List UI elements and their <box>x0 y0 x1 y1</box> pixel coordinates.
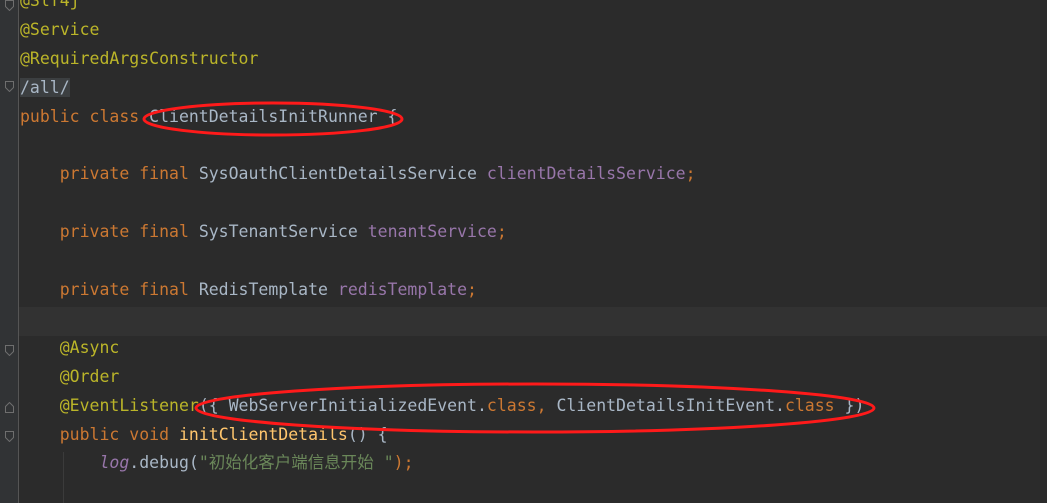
code-line[interactable]: /all/ <box>20 73 70 102</box>
code-line[interactable]: @Service <box>20 15 99 44</box>
code-line[interactable]: @RequiredArgsConstructor <box>20 44 258 73</box>
code-token: ; <box>496 222 507 242</box>
code-line[interactable]: log.debug("初始化客户端信息开始 "); <box>20 448 414 477</box>
code-line[interactable]: public class ClientDetailsInitRunner { <box>20 102 398 131</box>
code-token: @Slf4j <box>20 0 80 10</box>
code-token: private final <box>20 164 199 184</box>
code-line[interactable]: @Order <box>20 362 120 391</box>
code-token: SysTenantService <box>198 222 368 242</box>
code-token: private final <box>20 222 199 242</box>
code-token: RedisTemplate <box>198 280 338 299</box>
code-token: ; <box>685 164 696 184</box>
editor-gutter[interactable] <box>0 0 18 503</box>
gutter-divider <box>18 0 19 503</box>
code-token: ClientDetailsInitRunner { <box>149 106 398 126</box>
code-token: class <box>784 395 835 415</box>
code-token: clientDetailsService <box>486 164 686 184</box>
code-line[interactable]: public void initClientDetails() { <box>20 420 388 449</box>
code-token: () { <box>347 424 388 444</box>
code-token: @EventListener <box>20 395 199 415</box>
code-editor[interactable]: @Slf4j @Service @RequiredArgsConstructor/a… <box>0 0 1047 503</box>
code-token: tenantService <box>367 222 497 242</box>
code-token: initClientDetails <box>178 424 348 444</box>
fold-start-icon[interactable] <box>5 81 14 92</box>
code-line[interactable]: @Async <box>20 333 120 362</box>
code-token: @Order <box>20 366 120 386</box>
code-token: }) <box>834 395 865 415</box>
code-token: @Async <box>20 337 120 357</box>
code-token: ; <box>467 280 477 299</box>
code-token: @RequiredArgsConstructor <box>20 48 259 68</box>
code-line[interactable]: private final SysOauthClientDetailsServi… <box>20 159 696 188</box>
code-token: public class <box>20 106 150 126</box>
current-line-highlight <box>19 307 1047 336</box>
code-line[interactable]: @Slf4j <box>20 0 80 15</box>
code-token: class <box>486 395 537 415</box>
code-line[interactable]: private final RedisTemplate redisTemplat… <box>20 275 477 304</box>
fold-start-icon[interactable] <box>5 0 14 11</box>
code-token: .debug( <box>129 453 199 473</box>
code-token: "初始化客户端信息开始 " <box>198 453 394 473</box>
fold-start-icon[interactable] <box>5 345 14 356</box>
code-token: redisTemplate <box>337 280 468 299</box>
code-token: private final <box>20 280 199 299</box>
code-line[interactable]: @EventListener({ WebServerInitializedEve… <box>20 391 865 420</box>
code-token: @Service <box>20 19 100 39</box>
code-token: public void <box>20 424 179 444</box>
code-token: ClientDetailsInitEvent. <box>556 395 785 415</box>
fold-end-icon[interactable] <box>5 402 14 413</box>
code-token: log <box>99 453 130 473</box>
code-token: , <box>536 395 557 415</box>
code-token: SysOauthClientDetailsService <box>198 164 487 184</box>
code-line[interactable]: private final SysTenantService tenantSer… <box>20 217 507 246</box>
code-token: /all/ <box>20 77 70 97</box>
code-token: ); <box>393 453 414 473</box>
code-token: ({ WebServerInitializedEvent. <box>198 395 487 415</box>
fold-start-icon[interactable] <box>5 431 14 442</box>
